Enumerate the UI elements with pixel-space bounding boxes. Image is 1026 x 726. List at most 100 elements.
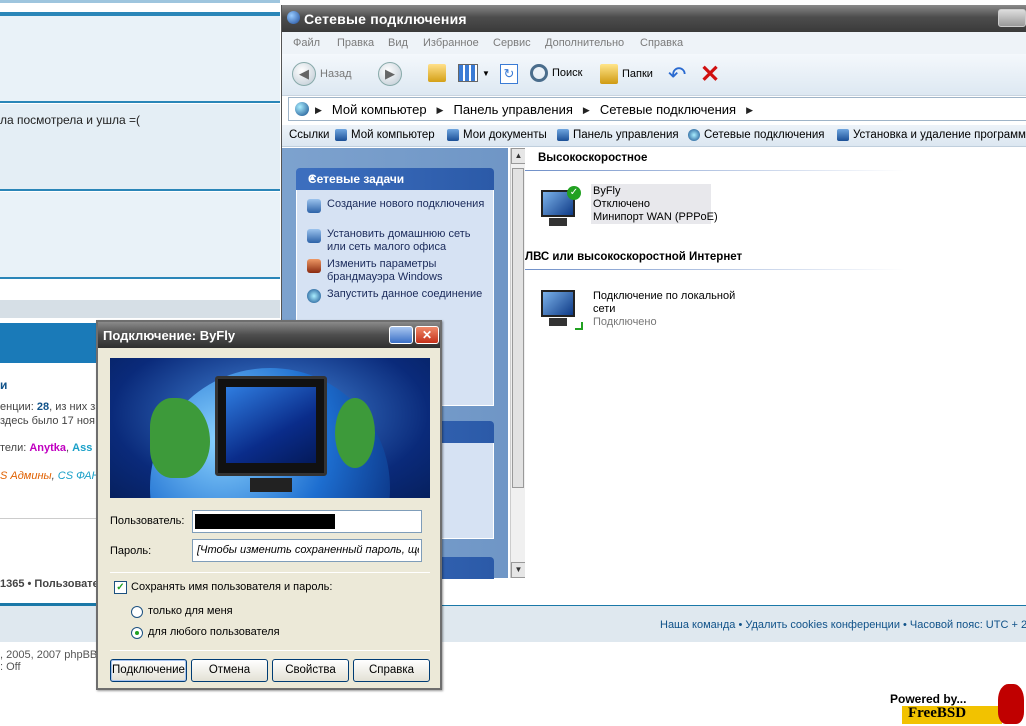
group-lan: ЛВС или высокоскоростной Интернет	[525, 251, 743, 263]
computer-icon	[335, 129, 347, 141]
forum-divider	[0, 189, 280, 191]
connect-button[interactable]: Подключение	[110, 659, 187, 682]
task-start-connection[interactable]: Запустить данное соединение	[307, 288, 487, 303]
connection-lan[interactable]: Подключение по локальной сети Подключено	[539, 286, 759, 334]
window-control-button[interactable]	[998, 9, 1026, 27]
link-control-panel[interactable]: Панель управления	[557, 129, 679, 141]
connection-byfly[interactable]: ✓ ByFly Отключено Минипорт WAN (PPPoE)	[539, 184, 718, 236]
folders-label: Папки	[622, 68, 653, 80]
breadcrumb-network-connections[interactable]: Сетевые подключения	[600, 102, 736, 117]
address-bar[interactable]: ▶ Мой компьютер ▶ Панель управления ▶ Се…	[288, 97, 1026, 121]
forum-post-panel	[0, 16, 280, 102]
views-button[interactable]: ▼	[458, 64, 490, 82]
lan-connection-icon	[539, 288, 583, 330]
undo-button[interactable]: ↶	[668, 62, 686, 88]
delete-button[interactable]: ✕	[700, 60, 720, 89]
network-globe-icon	[688, 129, 700, 141]
password-placeholder: [Чтобы изменить сохраненный пароль, щел	[197, 544, 419, 556]
search-button[interactable]: Поиск	[530, 64, 582, 82]
explorer-title: Сетевые подключения	[304, 11, 467, 27]
user-link[interactable]: Ass	[72, 442, 92, 454]
check-icon: ✓	[567, 186, 581, 200]
groups-legend: S Админы, CS ФАН	[0, 470, 100, 482]
network-globe-icon	[295, 102, 309, 116]
delete-icon: ✕	[700, 61, 721, 88]
forum-divider	[0, 101, 280, 103]
up-folder-button[interactable]	[428, 64, 446, 82]
dialog-title-bar[interactable]: Подключение: ByFly ✕	[98, 322, 440, 348]
connection-name: Подключение по локальной сети	[593, 290, 736, 315]
user-label: Пользователь:	[110, 515, 185, 527]
menu-help[interactable]: Справка	[640, 37, 683, 49]
explorer-title-bar[interactable]: Сетевые подключения	[282, 5, 1026, 32]
username-input[interactable]	[192, 510, 422, 533]
network-tasks-header[interactable]: Сетевые задачи ▲	[296, 168, 494, 190]
dropdown-arrow-icon: ▼	[482, 68, 490, 78]
home-network-icon	[307, 229, 321, 243]
save-credentials-label[interactable]: Сохранять имя пользователя и пароль:	[131, 581, 332, 593]
forum-post-panel	[0, 192, 280, 278]
group-link[interactable]: CS ФАН	[58, 470, 100, 482]
online-users: тели: Anytka, Ass	[0, 442, 93, 454]
gzip-status: : Off	[0, 661, 21, 673]
properties-button[interactable]: Свойства	[272, 659, 349, 682]
monitor-graphic	[215, 376, 327, 476]
forum-stats: 1365 • Пользовате	[0, 578, 99, 590]
back-arrow-icon: ◀	[292, 62, 316, 86]
link-my-computer[interactable]: Мой компьютер	[335, 129, 435, 141]
link-network-connections[interactable]: Сетевые подключения	[688, 129, 825, 141]
task-pane-scrollbar[interactable]: ▲ ▼	[510, 148, 526, 578]
password-label: Пароль:	[110, 545, 152, 557]
help-button[interactable]: Справка	[353, 659, 430, 682]
folders-button[interactable]: Папки	[600, 64, 653, 84]
password-input[interactable]: [Чтобы изменить сохраненный пароль, щел	[192, 539, 422, 562]
group-broadband: Высокоскоростное	[538, 152, 648, 164]
separator	[110, 650, 430, 651]
menu-edit[interactable]: Правка	[337, 37, 374, 49]
toolbar: ◀ Назад ▶ ▼ ↻ Поиск Папки ↶ ✕	[282, 54, 1026, 96]
control-panel-icon	[557, 129, 569, 141]
collapse-icon[interactable]: ▲	[308, 172, 486, 182]
menu-view[interactable]: Вид	[388, 37, 408, 49]
task-create-connection[interactable]: Создание нового подключения	[307, 198, 487, 213]
menu-file[interactable]: Файл	[293, 37, 320, 49]
radio-only-me[interactable]	[131, 606, 143, 618]
save-credentials-checkbox[interactable]: ✓	[114, 581, 127, 594]
menu-favorites[interactable]: Избранное	[423, 37, 479, 49]
breadcrumb-control-panel[interactable]: Панель управления	[453, 102, 572, 117]
forward-button[interactable]: ▶	[378, 62, 402, 86]
freebsd-label: FreeBSD	[908, 705, 967, 721]
scroll-thumb[interactable]	[512, 168, 524, 488]
user-link[interactable]: Anytka	[29, 442, 66, 454]
group-link[interactable]: S Админы	[0, 470, 52, 482]
breadcrumb-my-computer[interactable]: Мой компьютер	[332, 102, 427, 117]
close-icon[interactable]: ✕	[415, 326, 439, 344]
maximize-icon[interactable]	[389, 326, 413, 344]
task-firewall[interactable]: Изменить параметры брандмауэра Windows	[307, 258, 487, 284]
up-folder-icon	[428, 64, 446, 82]
scroll-up-icon[interactable]: ▲	[511, 148, 526, 164]
footer-links[interactable]: Наша команда • Удалить cookies конференц…	[660, 619, 1026, 631]
sync-button[interactable]: ↻	[500, 64, 518, 84]
connection-status: Отключено	[593, 198, 650, 210]
monitor-stand-graphic	[250, 478, 292, 492]
radio-any-user[interactable]	[131, 627, 143, 639]
menu-tools[interactable]: Сервис	[493, 37, 531, 49]
scroll-down-icon[interactable]: ▼	[511, 562, 526, 578]
cancel-button[interactable]: Отмена	[191, 659, 268, 682]
group-divider	[525, 269, 905, 270]
group-divider	[525, 170, 905, 171]
radio-only-me-label[interactable]: только для меня	[148, 605, 233, 617]
breadcrumb-arrow-icon: ▶	[436, 105, 444, 115]
menu-advanced[interactable]: Дополнительно	[545, 37, 624, 49]
link-my-documents[interactable]: Мои документы	[447, 129, 547, 141]
forum-divider	[0, 277, 280, 279]
new-connection-icon	[307, 199, 321, 213]
task-home-network[interactable]: Установить домашнюю сеть или сеть малого…	[307, 228, 487, 254]
breadcrumb-arrow-icon: ▶	[746, 105, 754, 115]
forum-section-link[interactable]: и	[0, 378, 7, 392]
back-button[interactable]: ◀ Назад	[292, 62, 352, 86]
link-add-remove-programs[interactable]: Установка и удаление программ	[837, 129, 1026, 141]
freebsd-badge[interactable]: Powered by... FreeBSD	[888, 684, 1026, 726]
radio-any-user-label[interactable]: для любого пользователя	[148, 626, 280, 638]
